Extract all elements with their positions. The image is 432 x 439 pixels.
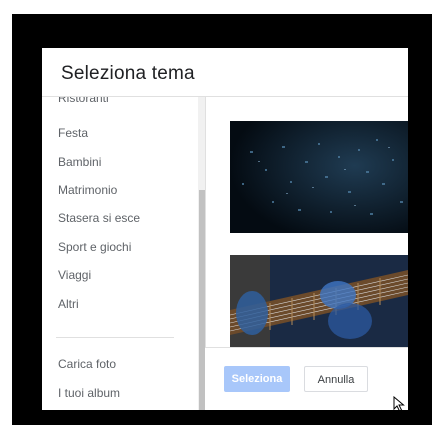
select-theme-dialog: Seleziona tema Ristoranti Festa Bambini … [42,48,408,410]
sidebar-item-bambini[interactable]: Bambini [58,155,101,169]
sidebar-item-ristoranti[interactable]: Ristoranti [58,97,109,105]
mouse-cursor-icon [393,395,405,410]
sidebar-item-stasera-si-esce[interactable]: Stasera si esce [58,211,140,225]
theme-image-guitar[interactable] [230,255,408,347]
footer-divider [205,347,408,348]
sidebar-item-carica-foto[interactable]: Carica foto [58,357,116,371]
theme-image-grid [206,97,408,347]
cancel-button[interactable]: Annulla [304,366,368,392]
theme-image-city-lights[interactable] [230,121,408,233]
sidebar-divider [56,337,174,338]
select-button[interactable]: Seleziona [224,366,290,392]
sidebar-item-altri[interactable]: Altri [58,297,79,311]
sidebar-item-viaggi[interactable]: Viaggi [58,268,91,282]
dialog-title: Seleziona tema [61,63,195,84]
sidebar-item-sport-e-giochi[interactable]: Sport e giochi [58,240,131,254]
sidebar-item-matrimonio[interactable]: Matrimonio [58,183,117,197]
sidebar-item-festa[interactable]: Festa [58,126,88,140]
theme-category-list: Ristoranti Festa Bambini Matrimonio Stas… [42,97,205,410]
sidebar-item-i-tuoi-album[interactable]: I tuoi album [58,386,120,400]
